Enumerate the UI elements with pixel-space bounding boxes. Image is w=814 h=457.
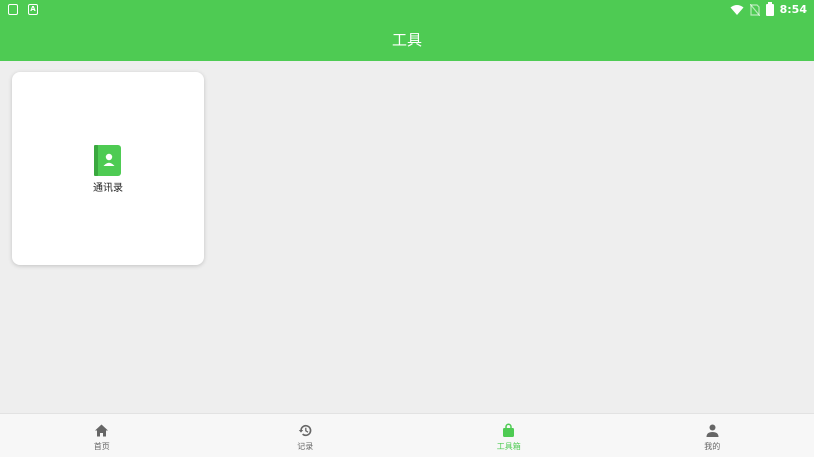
person-icon <box>706 424 719 437</box>
lock-notification-icon <box>8 4 18 15</box>
page-title: 工具 <box>391 31 422 49</box>
nav-label-history: 记录 <box>297 442 314 451</box>
shopping-bag-icon <box>503 423 515 437</box>
bottom-navigation: 首页 记录 工具箱 我的 <box>0 413 814 457</box>
contacts-book-icon <box>94 145 121 176</box>
tool-label: 通讯录 <box>93 183 123 194</box>
nav-label-toolbox: 工具箱 <box>496 442 521 451</box>
nav-item-home[interactable]: 首页 <box>0 414 204 457</box>
nav-label-home: 首页 <box>93 442 110 451</box>
status-left-icons: A <box>8 4 38 15</box>
wifi-icon <box>730 4 744 15</box>
nav-item-history[interactable]: 记录 <box>204 414 408 457</box>
nav-item-profile[interactable]: 我的 <box>611 414 814 457</box>
home-icon <box>95 424 109 437</box>
history-icon <box>298 424 312 437</box>
no-sim-icon <box>749 3 760 16</box>
status-right-icons: 8:54 <box>730 1 807 16</box>
font-notification-icon: A <box>28 4 38 15</box>
nav-item-toolbox[interactable]: 工具箱 <box>407 414 611 457</box>
battery-icon <box>765 1 774 16</box>
status-time: 8:54 <box>779 3 807 16</box>
tool-card-contacts[interactable]: 通讯录 <box>12 72 204 265</box>
nav-label-profile: 我的 <box>704 442 721 451</box>
status-bar: A 8:54 <box>0 0 814 20</box>
